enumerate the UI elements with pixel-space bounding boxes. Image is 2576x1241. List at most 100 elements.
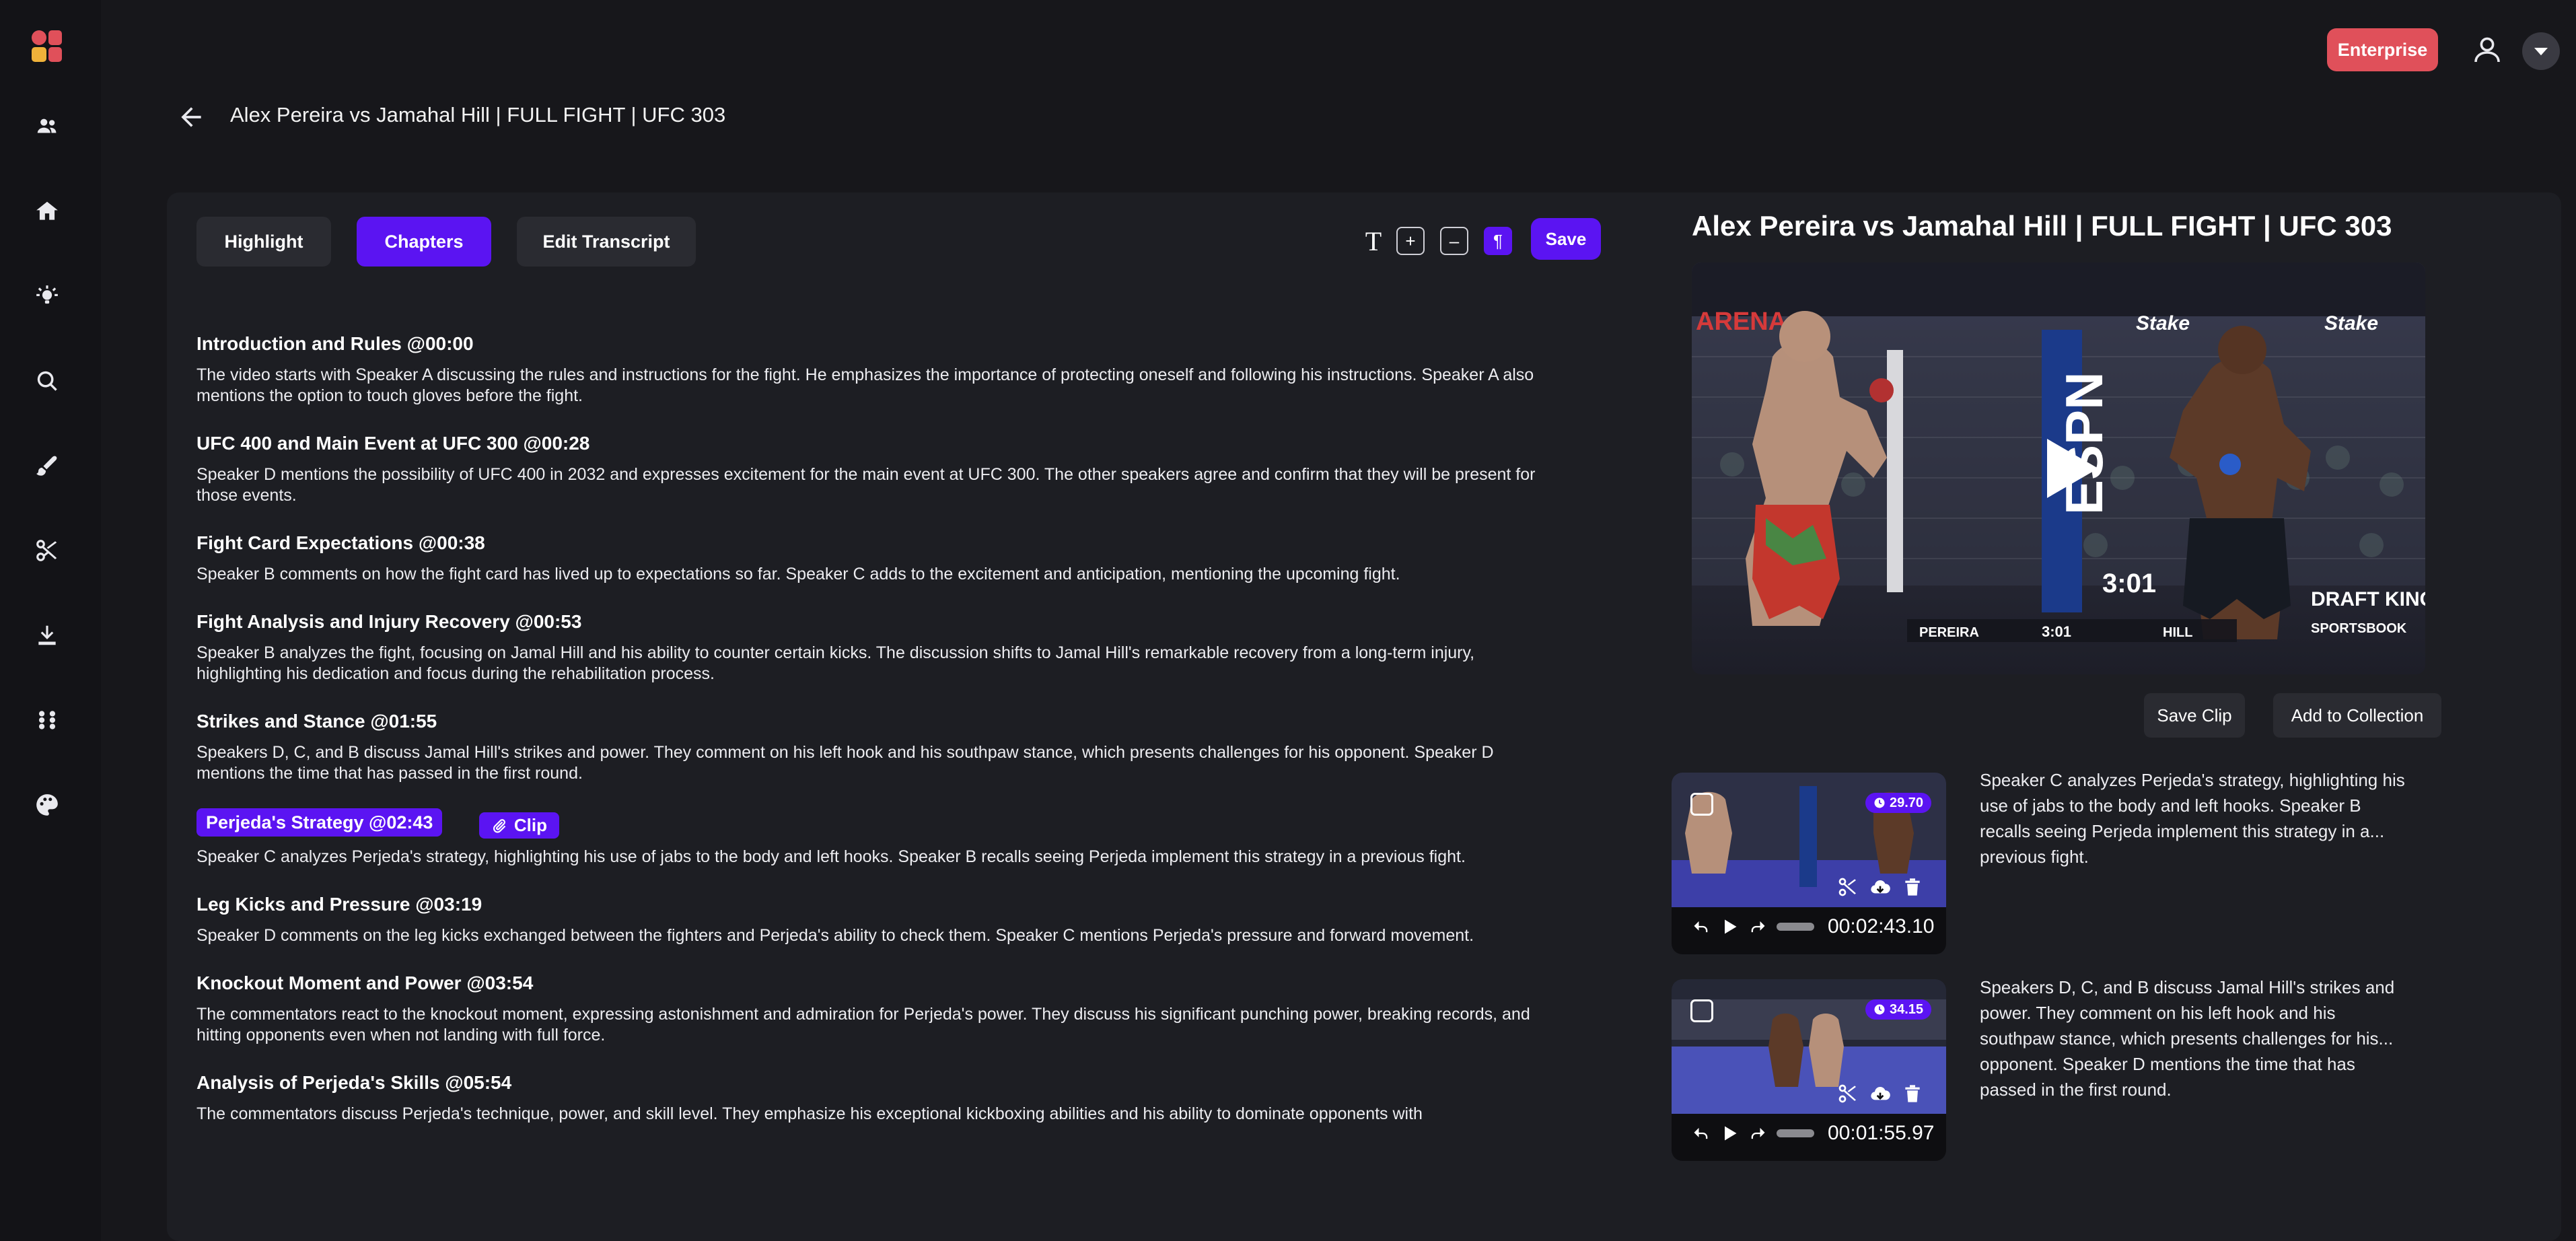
clip-summary-line: Speaker C analyzes Perjeda's strategy, h…: [1980, 770, 2405, 790]
chapter-title: Fight Card Expectations @00:38: [196, 532, 485, 553]
chapter-title: Introduction and Rules @00:00: [196, 333, 474, 354]
user-icon[interactable]: [2471, 34, 2503, 66]
clip-summary-line: opponent. Speaker D mentions the time th…: [1980, 1054, 2355, 1074]
clip-progress-bar[interactable]: [1777, 923, 1814, 931]
tab-chapters[interactable]: Chapters: [357, 217, 491, 267]
clip-controls: 00:02:43.10: [1692, 915, 1934, 938]
account-menu-button[interactable]: [2522, 32, 2560, 70]
decrease-font-button[interactable]: –: [1440, 227, 1468, 255]
chapter-item[interactable]: Introduction and Rules @00:00 The video …: [196, 331, 1542, 406]
page-title: Alex Pereira vs Jamahal Hill | FULL FIGH…: [230, 103, 726, 127]
sidebar-item-settings[interactable]: [28, 701, 66, 739]
chapter-item[interactable]: Knockout Moment and Power @03:54 The com…: [196, 970, 1542, 1046]
save-clip-button[interactable]: Save Clip: [2144, 693, 2245, 738]
tab-highlight[interactable]: Highlight: [196, 217, 331, 267]
enterprise-button[interactable]: Enterprise: [2327, 28, 2438, 71]
stake-text: Stake: [2324, 312, 2378, 334]
tab-edit-transcript[interactable]: Edit Transcript: [517, 217, 696, 267]
round-clock: 3:01: [2102, 569, 2156, 598]
scissors-icon[interactable]: [1837, 1083, 1859, 1104]
play-icon[interactable]: [1720, 1124, 1739, 1143]
clock-icon: [1874, 797, 1885, 808]
scissors-icon: [36, 540, 57, 561]
espn-text: ESPN: [2054, 372, 2114, 515]
redo-icon[interactable]: [1748, 917, 1767, 936]
play-icon[interactable]: [1720, 917, 1739, 936]
chapter-item[interactable]: Fight Analysis and Injury Recovery @00:5…: [196, 609, 1542, 684]
cloud-download-icon[interactable]: [1869, 876, 1891, 898]
undo-icon[interactable]: [1692, 1124, 1711, 1143]
chapter-item-selected[interactable]: Perjeda's Strategy @02:43 Clip Speaker C…: [196, 808, 1542, 867]
chapter-description: The commentators react to the knockout m…: [196, 1005, 1530, 1045]
video-frame: ARENA ESPN Stake Stake 3:01 PEREIRA 3:01…: [1692, 262, 2425, 674]
clip-summary: Speaker C analyzes Perjeda's strategy, h…: [1980, 767, 2424, 870]
clip-button[interactable]: Clip: [478, 812, 559, 839]
chapter-list: Introduction and Rules @00:00 The video …: [196, 331, 1542, 1149]
text-format-icon[interactable]: T: [1359, 226, 1388, 256]
clip-select-checkbox[interactable]: [1690, 999, 1713, 1022]
sportsbook-text: SPORTSBOOK: [2311, 621, 2407, 636]
redo-icon[interactable]: [1748, 1124, 1767, 1143]
fighter-2-name: HILL: [2163, 625, 2192, 640]
chapter-description: Speaker D mentions the possibility of UF…: [196, 465, 1536, 505]
sidebar-item-clips[interactable]: [28, 532, 66, 569]
clip-summary-line: passed in the first round.: [1980, 1079, 2172, 1100]
chapter-title: Fight Analysis and Injury Recovery @00:5…: [196, 611, 582, 632]
video-title: Alex Pereira vs Jamahal Hill | FULL FIGH…: [1692, 210, 2392, 242]
back-arrow-icon[interactable]: [176, 102, 206, 132]
sidebar-item-edit[interactable]: [28, 447, 66, 485]
app-logo[interactable]: [28, 27, 66, 65]
chapter-item[interactable]: Fight Card Expectations @00:38 Speaker B…: [196, 530, 1542, 585]
chapter-title: Knockout Moment and Power @03:54: [196, 972, 534, 994]
sidebar-item-home[interactable]: [28, 192, 66, 230]
undo-icon[interactable]: [1692, 917, 1711, 936]
clip-score-badge: 34.15: [1865, 999, 1932, 1020]
video-player[interactable]: ARENA ESPN Stake Stake 3:01 PEREIRA 3:01…: [1692, 262, 2425, 674]
chapter-description: The video starts with Speaker A discussi…: [196, 365, 1534, 405]
clip-tools: [1837, 876, 1923, 898]
clip-select-checkbox[interactable]: [1690, 793, 1713, 816]
fighter-1-name: PEREIRA: [1919, 625, 1979, 640]
save-button[interactable]: Save: [1531, 218, 1601, 260]
clip-summary-line: recalls seeing Perjeda implement this st…: [1980, 821, 2385, 841]
clip-button-label: Clip: [513, 815, 547, 836]
chapter-item[interactable]: Strikes and Stance @01:55 Speakers D, C,…: [196, 709, 1542, 784]
chapter-item[interactable]: Analysis of Perjeda's Skills @05:54 The …: [196, 1070, 1542, 1125]
users-icon: [37, 118, 57, 133]
chapter-description: Speaker D comments on the leg kicks exch…: [196, 926, 1474, 946]
scissors-icon[interactable]: [1837, 876, 1859, 898]
chapter-title: Perjeda's Strategy @02:43: [196, 808, 443, 837]
home-icon: [36, 201, 58, 220]
chapter-title: Analysis of Perjeda's Skills @05:54: [196, 1072, 512, 1094]
clip-summary-line: power. They comment on his left hook and…: [1980, 1003, 2336, 1023]
chapter-item[interactable]: UFC 400 and Main Event at UFC 300 @00:28…: [196, 431, 1542, 506]
sidebar-item-theme[interactable]: [28, 786, 66, 824]
lightbulb-icon: [36, 285, 58, 304]
palette-icon: [36, 794, 58, 816]
cloud-download-icon[interactable]: [1869, 1083, 1891, 1104]
clip-summary-line: use of jabs to the body and left hooks. …: [1980, 795, 2361, 816]
chapter-item[interactable]: Leg Kicks and Pressure @03:19 Speaker D …: [196, 892, 1542, 946]
chapter-description: The commentators discuss Perjeda's techn…: [196, 1104, 1423, 1124]
chapter-title: Strikes and Stance @01:55: [196, 711, 437, 732]
clip-card[interactable]: 34.15 00:01:55.97: [1672, 979, 1946, 1161]
clip-summary: Speakers D, C, and B discuss Jamal Hill'…: [1980, 974, 2424, 1102]
sidebar-item-ideas[interactable]: [28, 277, 66, 315]
clip-summary-line: previous fight.: [1980, 847, 2089, 867]
clip-progress-bar[interactable]: [1777, 1129, 1814, 1137]
chevron-down-icon: [2534, 48, 2548, 56]
chapter-description: Speakers D, C, and B discuss Jamal Hill'…: [196, 743, 1494, 783]
clip-card[interactable]: 29.70 00:02:43.10: [1672, 773, 1946, 954]
sidebar-item-users[interactable]: [28, 108, 66, 145]
increase-font-button[interactable]: +: [1396, 227, 1425, 255]
paragraph-icon[interactable]: ¶: [1484, 227, 1512, 255]
arena-text: ARENA: [1696, 308, 1787, 336]
sidebar-item-download[interactable]: [28, 616, 66, 654]
sidebar-item-search[interactable]: [28, 362, 66, 400]
sidebar: [0, 0, 101, 1241]
paperclip-icon: [493, 818, 506, 833]
trash-icon[interactable]: [1902, 876, 1923, 898]
add-to-collection-button[interactable]: Add to Collection: [2273, 693, 2441, 738]
trash-icon[interactable]: [1902, 1083, 1923, 1104]
sliders-icon: [38, 711, 56, 730]
